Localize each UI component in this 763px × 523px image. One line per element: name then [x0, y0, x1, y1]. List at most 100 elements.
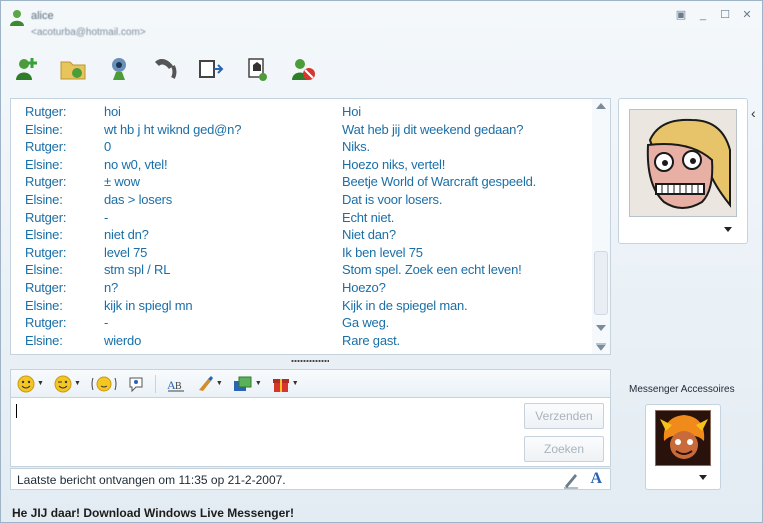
message-translation: Hoezo? [342, 279, 386, 295]
message-speaker: Rutger: [25, 174, 67, 190]
menu-button[interactable]: ▣ [672, 7, 690, 23]
scroll-down-arrow-icon[interactable] [596, 325, 606, 331]
message-row: Elsine: niet dn? Niet dan? [11, 227, 593, 245]
message-speaker: Rutger: [25, 279, 67, 295]
search-button[interactable]: Zoeken [524, 436, 604, 462]
window-controls: ▣ _ ☐ ✕ [672, 7, 756, 23]
message-translation: Dat is voor losers. [342, 191, 443, 207]
message-speaker: Elsine: [25, 227, 63, 243]
gift-icon[interactable]: ▼ [272, 373, 299, 395]
message-speaker: Rutger: [25, 315, 67, 331]
accessory-image [655, 410, 711, 466]
message-row: Rutger: hoi Hoi [11, 104, 593, 122]
send-button[interactable]: Verzenden [524, 403, 604, 429]
messenger-buddy-icon [10, 10, 24, 26]
scroll-thumb[interactable] [594, 251, 608, 315]
message-shorthand: 0 [104, 139, 112, 155]
text-caret [16, 404, 17, 418]
games-icon[interactable] [241, 53, 273, 85]
conversation-history[interactable]: Rutger: hoi Hoi Elsine: wt hb j ht wiknd ged… [10, 98, 611, 355]
message-translation: Hoi [342, 104, 361, 119]
handwriting-icon[interactable] [562, 471, 580, 489]
message-translation: Niet dan? [342, 227, 396, 243]
message-shorthand: ± wow [104, 174, 140, 190]
message-row: Elsine: das > losers Dat is voor losers. [11, 192, 593, 210]
maximize-button[interactable]: ☐ [716, 7, 734, 23]
webcam-icon[interactable] [103, 53, 135, 85]
contact-display-picture[interactable] [618, 98, 748, 244]
message-row: Rutger: level 75 Ik ben level 75 [11, 245, 593, 263]
message-speaker: Rutger: [25, 244, 67, 260]
wink-icon[interactable]: ▼ [54, 373, 81, 395]
add-contact-icon[interactable] [11, 53, 43, 85]
promo-text[interactable]: He JIJ daar! Download Windows Live Messe… [12, 506, 294, 520]
contact-name: alice [31, 10, 54, 22]
block-contact-icon[interactable] [287, 53, 319, 85]
chevron-down-icon[interactable] [724, 227, 732, 232]
message-row: Elsine: wt hb j ht wiknd ged@n? Wat heb ji… [11, 122, 593, 140]
message-translation: Rare gast. [342, 332, 400, 348]
message-row: Rutger: ± wow Beetje World of Warcraft ges… [11, 174, 593, 192]
phone-icon[interactable] [149, 53, 181, 85]
scroll-up-arrow-icon[interactable] [596, 103, 606, 109]
message-speaker: Elsine: [25, 332, 63, 348]
message-translation: Stom spel. Zoek een echt leven! [342, 262, 522, 278]
resize-grip[interactable] [291, 359, 329, 363]
voice-clip-icon[interactable] [127, 373, 145, 395]
message-input[interactable]: Verzenden Zoeken [10, 397, 611, 467]
close-button[interactable]: ✕ [738, 7, 756, 23]
format-toolbar: ▼ ▼ AB ▼ ▼ ▼ [10, 369, 611, 397]
display-picture-image [629, 109, 737, 217]
message-row: Rutger: - Echt niet. [11, 210, 593, 228]
font-icon[interactable]: AB [166, 373, 186, 395]
collapse-pane-icon[interactable]: ‹ [751, 105, 763, 129]
message-speaker: Rutger: [25, 139, 67, 155]
message-translation: Kijk in de spiegel man. [342, 297, 468, 313]
message-row: Rutger: - Ga weg. [11, 315, 593, 333]
message-translation: Niks. [342, 139, 370, 155]
message-shorthand: n? [104, 279, 119, 295]
scroll-to-end-icon[interactable] [596, 343, 606, 351]
message-row: Elsine: kijk in spiegl mn Kijk in de spieg… [11, 298, 593, 316]
message-translation: Hoezo niks, vertel! [342, 156, 446, 172]
message-shorthand: wt hb j ht wiknd ged@n? [104, 121, 242, 137]
message-speaker: Elsine: [25, 191, 63, 207]
message-row: Rutger: 0 Niks. [11, 139, 593, 157]
accessories-label: Messenger Accessoires [629, 384, 735, 395]
message-shorthand: no w0, vtel! [104, 156, 168, 172]
message-shorthand: niet dn? [104, 227, 149, 243]
message-translation: Echt niet. [342, 209, 395, 225]
message-translation: Beetje World of Warcraft gespeeld. [342, 174, 537, 190]
message-row: Elsine: stm spl / RL Stom spel. Zoek een e… [11, 262, 593, 280]
message-speaker: Elsine: [25, 262, 63, 278]
status-bar: Laatste bericht ontvangen om 11:35 op 21… [10, 468, 611, 490]
message-shorthand: hoi [104, 104, 121, 119]
last-message-status: Laatste bericht ontvangen om 11:35 op 21… [17, 473, 286, 487]
messenger-window: alice <acoturba@hotmail.com> ▣ _ ☐ ✕ Rut… [0, 0, 763, 523]
message-shorthand: level 75 [104, 244, 148, 260]
ink-icon[interactable]: ▼ [233, 373, 262, 395]
emoticon-icon[interactable]: ▼ [17, 373, 44, 395]
message-shorthand: stm spl / RL [104, 262, 171, 278]
title-bar: alice <acoturba@hotmail.com> ▣ _ ☐ ✕ [1, 1, 762, 45]
message-translation: Ga weg. [342, 315, 390, 331]
message-shorthand: wierdo [104, 332, 142, 348]
minimize-button[interactable]: _ [694, 7, 712, 23]
contact-email: <acoturba@hotmail.com> [31, 27, 146, 38]
message-row: Elsine: no w0, vtel! Hoezo niks, vertel! [11, 157, 593, 175]
background-icon[interactable]: ▼ [196, 373, 223, 395]
chevron-down-icon[interactable] [699, 475, 707, 480]
activities-icon[interactable] [195, 53, 227, 85]
message-shorthand: das > losers [104, 191, 173, 207]
message-speaker: Elsine: [25, 121, 63, 137]
text-mode-icon[interactable]: A [590, 470, 602, 488]
message-shorthand: - [104, 209, 109, 225]
svg-text:B: B [175, 381, 182, 392]
nudge-icon[interactable] [91, 373, 117, 395]
history-scrollbar[interactable] [592, 99, 610, 354]
message-translation: Ik ben level 75 [342, 244, 423, 260]
folder-icon[interactable] [57, 53, 89, 85]
accessories-picture[interactable] [645, 404, 721, 490]
message-shorthand: - [104, 315, 109, 331]
toolbar-separator [154, 374, 156, 393]
